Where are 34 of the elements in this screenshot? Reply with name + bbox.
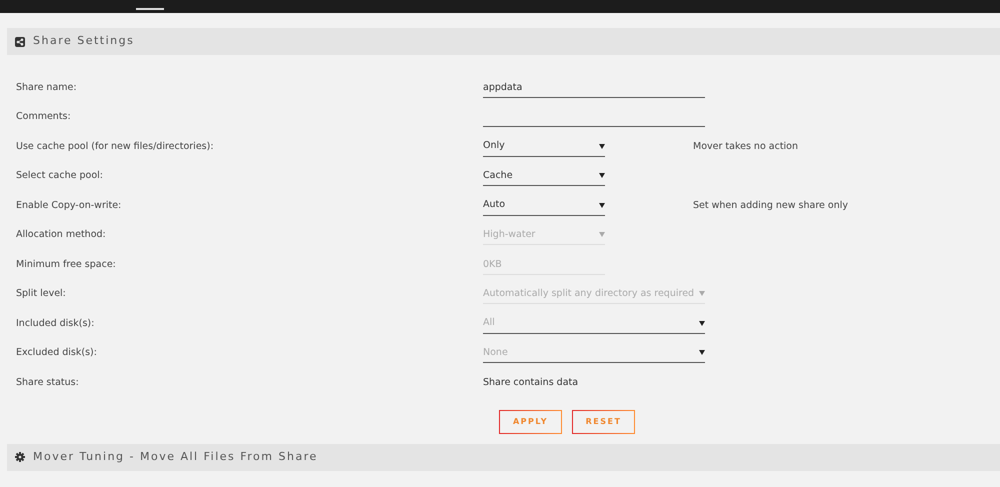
- caret-icon: [699, 350, 705, 356]
- caret-icon: [699, 291, 705, 296]
- field-label: Split level:: [15, 287, 67, 302]
- caret-icon: [699, 320, 705, 326]
- status-text: Share contains data: [483, 376, 578, 390]
- field-label: Allocation method:: [15, 228, 107, 242]
- reset-button[interactable]: RESET: [572, 410, 635, 434]
- field-label: Excluded disk(s):: [15, 346, 98, 360]
- apply-button[interactable]: APPLY: [499, 410, 562, 434]
- dropdown-field[interactable]: Cache: [483, 166, 605, 186]
- field-label: Share status:: [15, 376, 80, 390]
- field-label: Use cache pool (for new files/directories):: [15, 140, 215, 154]
- field-label: Enable Copy-on-write:: [15, 198, 122, 213]
- section-title: Share Settings: [33, 33, 134, 50]
- field-label: Minimum free space:: [15, 258, 117, 272]
- share-icon: [15, 36, 25, 46]
- tab-underline: [136, 8, 164, 10]
- caret-icon: [599, 173, 605, 178]
- field-label: Included disk(s):: [15, 316, 96, 331]
- field-label: Select cache pool:: [15, 169, 104, 184]
- caret-icon: [599, 232, 605, 238]
- section-title: Mover Tuning - Move All Files From Share: [33, 448, 318, 465]
- dropdown-field[interactable]: All: [483, 314, 705, 334]
- field-note: Mover takes no action: [693, 140, 798, 154]
- field-label: Share name:: [15, 80, 78, 95]
- dropdown-field[interactable]: Only: [483, 136, 605, 157]
- text-field[interactable]: appdata: [483, 78, 705, 98]
- dropdown-field[interactable]: None: [483, 343, 705, 364]
- field-note: Set when adding new share only: [693, 198, 848, 213]
- dropdown-field[interactable]: Auto: [483, 196, 605, 216]
- settings-icon: [15, 452, 25, 462]
- field-label: Comments:: [15, 110, 72, 124]
- caret-icon: [599, 144, 605, 149]
- caret-icon: [599, 202, 605, 208]
